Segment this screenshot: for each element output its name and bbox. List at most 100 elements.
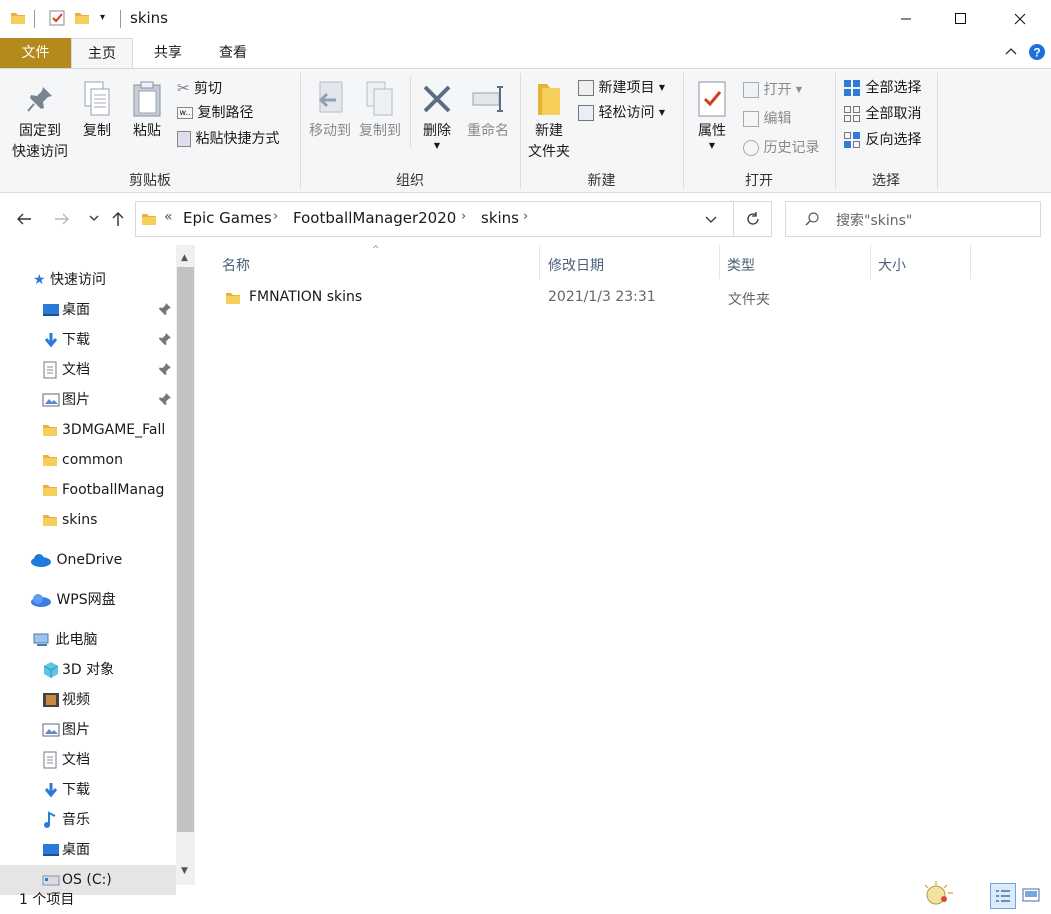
nav-quick-item-label: 图片 [62,392,90,408]
column-header-date[interactable]: 修改日期 [548,251,604,281]
address-bar[interactable]: « Epic Games › FootballManager2020 › ski… [135,201,772,237]
nav-quick-item[interactable]: 3DMGAME_Fall [42,415,176,445]
properties-quick-icon[interactable] [48,9,66,27]
nav-pc-item[interactable]: 下载 [42,775,176,805]
tab-share[interactable]: 共享 [137,38,199,68]
pin-icon[interactable] [158,332,172,346]
copy-to-icon [355,77,405,121]
nav-quick-item-label: common [62,452,123,468]
copy-button[interactable]: 复制 [76,77,118,142]
recent-locations-icon[interactable] [87,211,101,225]
tab-file[interactable]: 文件 [0,38,71,68]
maximize-button[interactable] [937,0,983,38]
breadcrumb-overflow[interactable]: « [164,209,173,225]
column-header-name[interactable]: 名称 [222,251,250,281]
rename-button[interactable]: 重命名 [462,77,514,142]
desktop-icon [42,843,62,857]
group-label-select: 选择 [872,173,900,189]
back-arrow-icon[interactable] [14,209,34,229]
pin-icon[interactable] [158,302,172,316]
wps-cloud-icon [30,593,52,607]
properties-dropdown-icon[interactable]: ▼ [689,142,735,150]
breadcrumb-skins[interactable]: skins [481,209,519,227]
copy-path-label: 复制路径 [197,105,254,121]
up-arrow-icon[interactable] [108,209,128,229]
breadcrumb-separator-icon[interactable]: › [523,209,528,224]
delete-button[interactable]: 删除 ▼ [416,77,458,150]
select-none-button[interactable]: 全部取消 [843,103,921,125]
minimize-button[interactable] [883,0,929,38]
copy-label: 复制 [83,123,111,139]
delete-x-icon [416,77,458,121]
nav-quick-item-label: 3DMGAME_Fall [62,422,166,438]
tab-home[interactable]: 主页 [71,38,133,69]
refresh-icon[interactable] [744,210,762,228]
search-box[interactable]: 搜索"skins" [785,201,1041,237]
open-button[interactable]: 打开 ▼ [743,79,802,101]
nav-quick-item[interactable]: FootballManag [42,475,176,505]
pin-icon[interactable] [158,392,172,406]
collapse-ribbon-icon[interactable] [1004,44,1018,58]
select-none-label: 全部取消 [865,106,922,122]
nav-quick-item[interactable]: 图片 [42,385,176,415]
easy-access-button[interactable]: 轻松访问 ▼ [578,102,665,124]
large-icons-view-icon [1022,888,1040,902]
nav-pc-item[interactable]: 3D 对象 [42,655,176,685]
paste-button[interactable]: 粘贴 [126,77,168,142]
nav-quick-item[interactable]: 下载 [42,325,176,355]
new-folder-quick-icon[interactable] [74,10,90,26]
sort-ascending-icon: ^ [372,245,380,255]
folder-icon [42,422,62,438]
nav-scrollbar-thumb[interactable] [177,267,194,832]
customize-toolbar-icon[interactable]: ▾ [100,12,105,23]
breadcrumb-separator-icon[interactable]: › [273,209,278,224]
delete-dropdown-icon[interactable]: ▼ [416,142,458,150]
tab-view[interactable]: 查看 [202,38,264,68]
address-dropdown-icon[interactable] [704,213,718,227]
close-button[interactable] [997,0,1043,38]
forward-arrow-icon[interactable] [52,209,72,229]
properties-button[interactable]: 属性 ▼ [689,77,735,150]
details-view-button[interactable] [990,883,1016,909]
table-row[interactable]: FMNATION skins 2021/1/3 23:31 文件夹 [220,285,980,313]
breadcrumb-footballmanager[interactable]: FootballManager2020 [293,209,456,227]
nav-pc-item[interactable]: 图片 [42,715,176,745]
nav-pc-item[interactable]: 视频 [42,685,176,715]
minimize-icon [901,18,911,20]
select-all-button[interactable]: 全部选择 [843,77,921,99]
pin-icon[interactable] [158,362,172,376]
scroll-up-icon[interactable]: ▲ [181,253,188,263]
nav-scrollbar[interactable]: ▲ ▼ [176,245,195,885]
edit-button[interactable]: 编辑 [743,108,791,130]
desktop-icon [42,303,62,317]
large-icons-view-button[interactable] [1020,885,1042,907]
column-header-size[interactable]: 大小 [878,251,906,281]
nav-quick-item[interactable]: common [42,445,176,475]
paste-shortcut-button[interactable]: 粘贴快捷方式 [177,128,279,150]
pin-to-quick-access-button[interactable]: 固定到 快速访问 [4,77,76,163]
nav-pc-item[interactable]: 文档 [42,745,176,775]
group-label-organize: 组织 [396,173,424,189]
move-to-button[interactable]: 移动到 [305,77,355,142]
ribbon-tabs: 文件 主页 共享 查看 ? [0,38,1051,69]
new-item-button[interactable]: 新建项目 ▼ [578,77,665,99]
breadcrumb-separator-icon[interactable]: › [461,209,466,224]
3d-objects-icon [42,661,62,679]
nav-quick-item[interactable]: skins [42,505,176,535]
help-icon[interactable]: ? [1028,43,1046,61]
scroll-down-icon[interactable]: ▼ [181,866,188,876]
copy-to-button[interactable]: 复制到 [355,77,405,142]
history-button[interactable]: 历史记录 [743,137,819,159]
invert-selection-button[interactable]: 反向选择 [843,129,921,151]
column-header-type[interactable]: 类型 [727,251,755,281]
copy-path-button[interactable]: w.. 复制路径 [177,102,253,124]
nav-quick-item[interactable]: 文档 [42,355,176,385]
group-label-open: 打开 [745,173,773,189]
new-folder-button[interactable]: 新建 文件夹 [524,77,574,163]
nav-quick-item[interactable]: 桌面 [42,295,176,325]
nav-pc-item[interactable]: 桌面 [42,835,176,865]
file-type: 文件夹 [728,292,770,308]
nav-pc-item[interactable]: 音乐 [42,805,176,835]
breadcrumb-epic-games[interactable]: Epic Games [183,209,272,227]
cut-button[interactable]: ✂ 剪切 [177,77,222,99]
